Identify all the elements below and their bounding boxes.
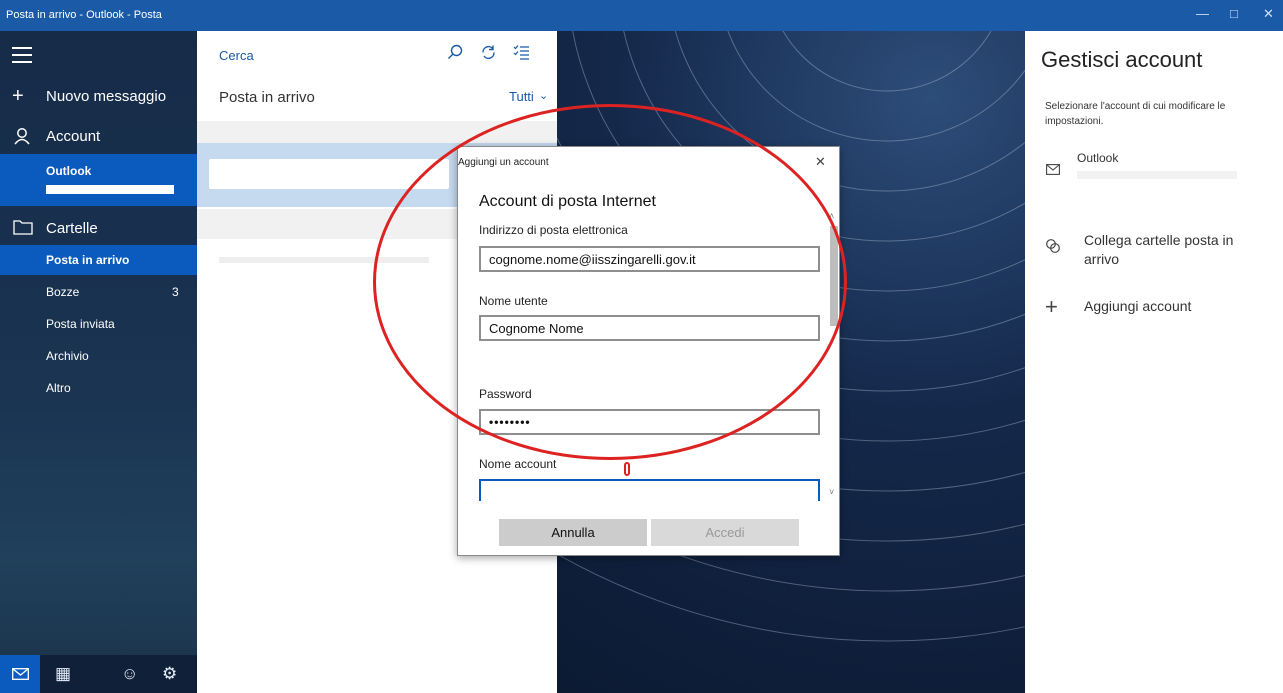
app-switcher-bar: ▦ ☺ ⚙ [0,655,197,693]
navigation-pane: + Nuovo messaggio Account Outlook Cartel… [0,31,197,693]
folder-label: Archivio [46,349,89,363]
folder-item-more[interactable]: Altro [0,373,197,403]
maximize-button[interactable]: □ [1230,6,1238,21]
minimize-button[interactable]: — [1196,6,1209,21]
manage-accounts-pane: Gestisci account Selezionare l'account d… [1025,31,1283,693]
hamburger-menu-icon[interactable] [12,47,32,68]
window-title: Posta in arrivo - Outlook - Posta [6,9,162,21]
new-message-label: Nuovo messaggio [46,88,167,105]
dialog-title: Aggiungi un account [458,157,549,168]
folder-item-drafts[interactable]: Bozze 3 [0,277,197,307]
mail-icon [12,668,29,680]
add-account-label: Aggiungi account [1084,298,1192,314]
scrollbar-thumb[interactable] [830,226,838,326]
close-window-button[interactable]: ✕ [1263,6,1274,22]
link-icon [1046,239,1060,253]
person-icon [14,128,30,145]
pane-title: Gestisci account [1041,47,1203,72]
account-name: Outlook [46,164,92,178]
close-icon[interactable]: ✕ [815,154,826,170]
redacted-content [219,257,429,263]
scroll-down-icon[interactable]: ˅ [829,487,834,497]
add-account-button[interactable]: + Aggiungi account [1025,293,1283,323]
search-icon[interactable] [447,44,463,60]
dialog-heading: Account di posta Internet [479,193,656,210]
accounts-label: Account [46,128,101,145]
add-account-dialog: Aggiungi un account ✕ Account di posta I… [457,146,840,556]
redacted-content [209,159,449,189]
account-item-outlook[interactable]: Outlook [0,154,197,206]
filter-dropdown[interactable]: Tutti [509,89,534,104]
accounts-header[interactable]: Account [0,121,197,153]
calendar-icon[interactable]: ▦ [55,664,71,684]
email-label: Indirizzo di posta elettronica [479,223,628,237]
new-message-button[interactable]: + Nuovo messaggio [0,81,197,113]
chevron-down-icon[interactable]: ⌄ [539,89,548,102]
folder-item-inbox[interactable]: Posta in arrivo [0,245,197,275]
email-field[interactable]: cognome.nome@iisszingarelli.gov.it [479,246,820,272]
account-name-field[interactable] [479,479,820,501]
folder-item-archive[interactable]: Archivio [0,341,197,371]
dialog-scrollbar[interactable]: ˄ ˅ [829,211,839,501]
plus-icon: + [1045,294,1058,319]
account-name-label: Nome account [479,457,557,471]
scroll-up-icon[interactable]: ˄ [829,211,834,221]
password-label: Password [479,387,532,401]
annotation-mark [624,462,630,476]
folder-item-sent[interactable]: Posta inviata [0,309,197,339]
link-inboxes-button[interactable]: Collega cartelle posta in arrivo [1025,229,1283,269]
sync-icon[interactable] [480,44,497,61]
redacted-email [46,185,174,194]
feedback-smiley-icon[interactable]: ☺ [121,664,138,684]
sign-in-button[interactable]: Accedi [651,519,799,546]
mail-app-button[interactable] [0,655,40,693]
folder-label: Bozze [46,285,80,299]
username-field[interactable]: Cognome Nome [479,315,820,341]
select-mode-icon[interactable] [513,44,530,60]
title-bar: Posta in arrivo - Outlook - Posta — □ ✕ [0,0,1283,31]
folder-label: Altro [46,381,71,395]
link-inboxes-label: Collega cartelle posta in arrivo [1084,232,1234,267]
folder-label: Posta inviata [46,317,115,331]
account-entry-outlook[interactable]: Outlook [1025,149,1283,193]
folder-label: Posta in arrivo [46,253,130,267]
mail-icon [1046,164,1060,175]
account-name: Outlook [1077,151,1119,165]
folders-label: Cartelle [46,220,98,237]
folder-icon [13,220,33,235]
plus-icon: + [12,85,24,107]
password-field[interactable]: •••••••• [479,409,820,435]
settings-gear-icon[interactable]: ⚙ [162,664,177,684]
unread-count-badge: 3 [172,285,179,299]
cancel-button[interactable]: Annulla [499,519,647,546]
folder-title: Posta in arrivo [219,89,315,106]
list-item[interactable] [197,121,557,143]
redacted-email [1077,171,1237,179]
search-input[interactable]: Cerca [219,48,254,63]
username-label: Nome utente [479,294,548,308]
folders-header[interactable]: Cartelle [0,211,197,243]
pane-description: Selezionare l'account di cui modificare … [1045,101,1226,127]
